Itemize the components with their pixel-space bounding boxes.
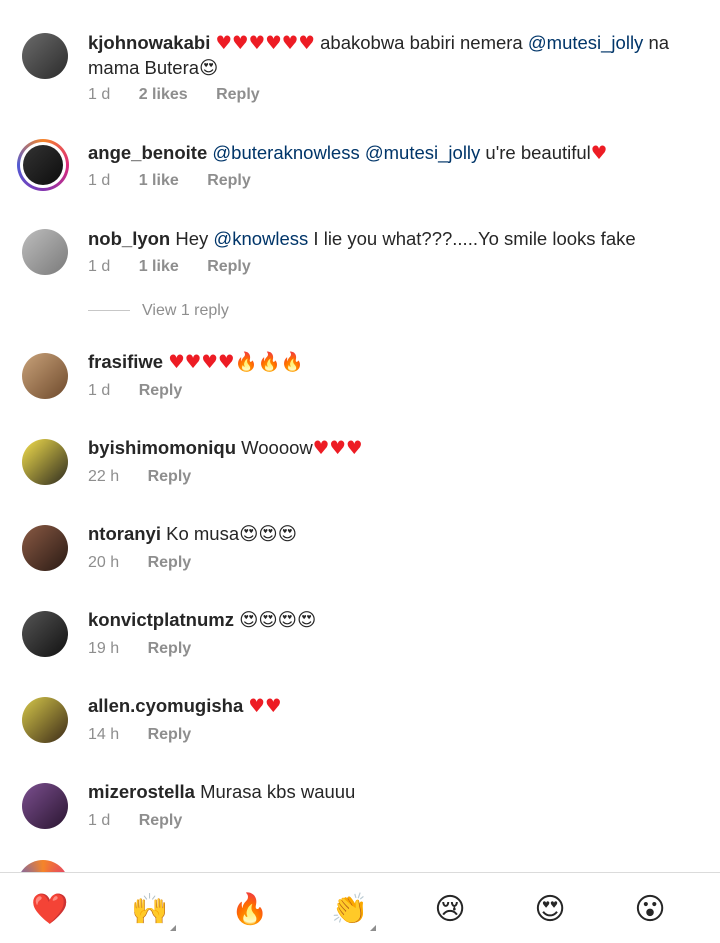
comment-text: mizerostella Murasa kbs wauuu xyxy=(88,780,702,804)
raised-hands-emoji-button[interactable]: 🙌 xyxy=(130,889,176,931)
comment-meta: 19 h Reply xyxy=(88,640,191,658)
divider xyxy=(88,310,130,312)
comment-text: nob_lyon Hey @knowless I lie you what???… xyxy=(88,227,702,251)
skin-tone-indicator xyxy=(370,925,376,931)
comment-time: 20 h xyxy=(88,554,120,571)
reply-button[interactable]: Reply xyxy=(207,258,251,276)
avatar-ring xyxy=(20,142,66,188)
comment-meta: 20 h Reply xyxy=(88,554,191,572)
avatar[interactable] xyxy=(22,353,68,399)
comment-time: 1 d xyxy=(88,172,111,189)
comment-body: I lie you what???.....Yo smile looks fak… xyxy=(308,228,636,249)
heart-emojis: ♥♥♥♥ xyxy=(168,352,235,373)
heart-eyes-emojis: 😍😍😍😍 xyxy=(239,610,317,631)
comment-text: byishimomoniqu Woooow♥♥♥ xyxy=(88,436,702,461)
avatar[interactable] xyxy=(22,439,68,485)
comment-body: abakobwa babiri nemera xyxy=(314,32,528,53)
avatar[interactable] xyxy=(22,783,68,829)
comment-text: frasifiwe ♥♥♥♥🔥🔥🔥 xyxy=(88,350,702,375)
comment-meta: 1 d 1 like Reply xyxy=(88,172,251,190)
comment-time: 14 h xyxy=(88,726,120,743)
comment-text: konvictplatnumz 😍😍😍😍 xyxy=(88,608,702,633)
comment-meta: 22 h Reply xyxy=(88,468,191,486)
comment-meta: 1 d 1 like Reply xyxy=(88,258,251,276)
reply-button[interactable]: Reply xyxy=(148,468,192,486)
mention-link[interactable]: @buteraknowless xyxy=(212,142,359,163)
likes-count[interactable]: 2 likes xyxy=(139,86,188,104)
view-replies-label: View 1 reply xyxy=(142,302,229,319)
comment-username[interactable]: kjohnowakabi xyxy=(88,32,210,53)
comment-username[interactable]: byishimomoniqu xyxy=(88,437,236,458)
avatar[interactable] xyxy=(22,611,68,657)
comment-username[interactable]: mizerostella xyxy=(88,781,195,802)
reply-button[interactable]: Reply xyxy=(148,640,192,658)
avatar[interactable] xyxy=(22,525,68,571)
comment-time: 1 d xyxy=(88,812,111,829)
crying-emoji-button[interactable]: 😢 xyxy=(430,889,470,929)
comment-text: ntoranyi Ko musa😍😍😍 xyxy=(88,522,702,547)
emoji-reaction-bar: ❤️ 🙌 🔥 👏 😢 😍 😮 xyxy=(0,872,720,943)
fire-emoji-button[interactable]: 🔥 xyxy=(230,889,270,929)
clapping-hands-icon: 👏 xyxy=(331,891,369,927)
comment-time: 22 h xyxy=(88,468,120,485)
heart-emoji-button[interactable]: ❤️ xyxy=(30,889,70,929)
view-replies-button[interactable]: View 1 reply xyxy=(88,302,229,320)
mention-link[interactable]: @mutesi_jolly xyxy=(365,142,480,163)
comment-username[interactable]: nob_lyon xyxy=(88,228,170,249)
avatar[interactable] xyxy=(22,33,68,79)
heart-emoji: ♥ xyxy=(590,143,608,164)
comment-time: 1 d xyxy=(88,258,111,275)
comment-body: Ko musa xyxy=(160,523,240,544)
comment-username[interactable]: frasifiwe xyxy=(88,351,163,372)
reply-button[interactable]: Reply xyxy=(148,554,192,572)
surprised-face-icon: 😮 xyxy=(634,891,666,927)
comment-username[interactable]: ange_benoite xyxy=(88,142,207,163)
comment-time: 1 d xyxy=(88,382,111,399)
fire-emojis: 🔥🔥🔥 xyxy=(234,352,304,373)
heart-eyes-emoji-button[interactable]: 😍 xyxy=(530,889,570,929)
skin-tone-indicator xyxy=(170,925,176,931)
comment-text: allen.cyomugisha ♥♥ xyxy=(88,694,702,719)
raised-hands-icon: 🙌 xyxy=(131,891,169,927)
reply-button[interactable]: Reply xyxy=(207,172,251,190)
comment-meta: 1 d Reply xyxy=(88,382,182,400)
heart-eyes-emojis: 😍😍😍 xyxy=(239,524,297,545)
comment-body: Woooow xyxy=(236,437,313,458)
reply-button[interactable]: Reply xyxy=(139,382,183,400)
clapping-emoji-button[interactable]: 👏 xyxy=(330,889,376,931)
likes-count[interactable]: 1 like xyxy=(139,258,179,276)
comment-meta: 1 d 2 likes Reply xyxy=(88,86,260,104)
avatar[interactable] xyxy=(17,139,69,191)
mention-link[interactable]: @mutesi_jolly xyxy=(528,32,643,53)
comment-time: 19 h xyxy=(88,640,120,657)
heart-eyes-icon: 😍 xyxy=(534,891,566,927)
comment-meta: 1 d Reply xyxy=(88,812,182,830)
reply-button[interactable]: Reply xyxy=(139,812,183,830)
comment-body: u're beautiful xyxy=(480,142,591,163)
heart-eyes-emoji: 😍 xyxy=(199,58,219,79)
reply-button[interactable]: Reply xyxy=(216,86,260,104)
heart-emojis: ♥♥♥♥♥♥ xyxy=(215,33,315,54)
heart-icon: ❤️ xyxy=(31,891,69,927)
avatar[interactable] xyxy=(22,229,68,275)
likes-count[interactable]: 1 like xyxy=(139,172,179,190)
avatar[interactable] xyxy=(22,697,68,743)
comment-username[interactable]: allen.cyomugisha xyxy=(88,695,243,716)
fire-icon: 🔥 xyxy=(231,891,269,927)
comment-meta: 14 h Reply xyxy=(88,726,191,744)
heart-emojis: ♥♥ xyxy=(248,696,282,717)
reply-button[interactable]: Reply xyxy=(148,726,192,744)
crying-face-icon: 😢 xyxy=(434,891,466,927)
avatar-image xyxy=(23,145,63,185)
comment-username[interactable]: ntoranyi xyxy=(88,523,161,544)
comment-body: Murasa kbs wauuu xyxy=(194,781,356,802)
comment-text: kjohnowakabi ♥♥♥♥♥♥ abakobwa babiri neme… xyxy=(88,31,702,81)
comment-username[interactable]: konvictplatnumz xyxy=(88,609,234,630)
heart-emojis: ♥♥♥ xyxy=(312,438,363,459)
mention-link[interactable]: @knowless xyxy=(213,228,308,249)
comment-time: 1 d xyxy=(88,86,111,103)
surprised-emoji-button[interactable]: 😮 xyxy=(630,889,670,929)
comment-text: ange_benoite @buteraknowless @mutesi_jol… xyxy=(88,141,702,166)
comment-body: Hey xyxy=(170,228,214,249)
